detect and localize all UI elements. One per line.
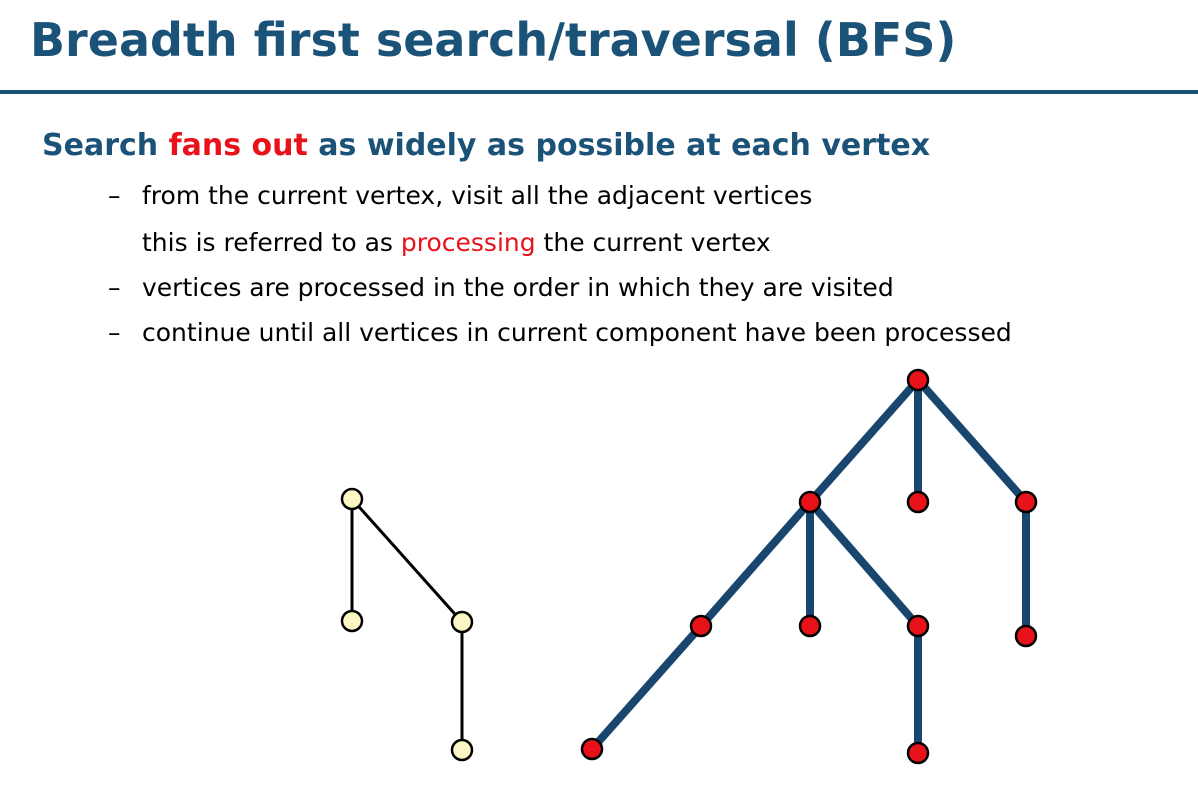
visited-vertex-a3 [906,614,930,638]
visited-vertex-a5 [906,741,930,765]
visited-vertex-c [1014,490,1038,514]
graph-diagram [340,368,1038,765]
visited-vertex-c1 [1014,624,1038,648]
visited-vertex-a1 [689,614,713,638]
visited-vertex-a4 [580,737,604,761]
unvisited-vertex-u4 [450,738,474,762]
unvisited-vertex-u2 [340,609,364,633]
unvisited-vertex-u3 [450,610,474,634]
edge-u1-u3 [350,497,464,624]
graph-edges [350,376,1030,757]
tree-edge-a1-a4 [588,622,705,753]
visited-vertex-a [798,490,822,514]
graph-vertices [340,368,1038,765]
tree-edge-r-c [914,376,1030,506]
tree-edge-a-a3 [806,498,922,630]
slide: Breadth first search/traversal (BFS) Sea… [0,0,1198,791]
unvisited-vertex-u1 [340,487,364,511]
visited-vertex-r [906,368,930,392]
tree-edge-a-a1 [697,498,814,630]
tree-edge-r-a [806,376,922,506]
visited-vertex-a2 [798,614,822,638]
visited-vertex-b [906,490,930,514]
